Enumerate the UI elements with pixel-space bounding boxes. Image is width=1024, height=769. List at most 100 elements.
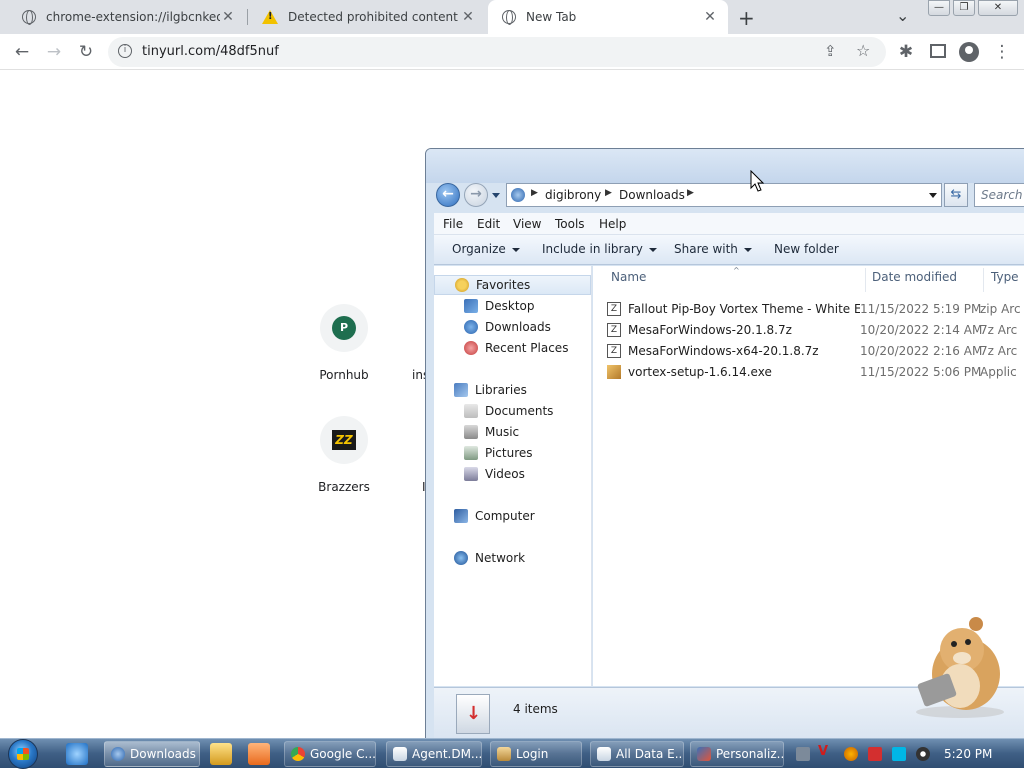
more-menu-icon[interactable]: ⋮ <box>992 42 1012 62</box>
file-row[interactable]: Z Fallout Pip-Boy Vortex Theme - White E… <box>607 299 1021 319</box>
nav-computer[interactable]: Computer <box>434 506 535 526</box>
breadcrumb-separator[interactable]: ▶ <box>687 188 694 198</box>
archive-file-icon: Z <box>607 344 621 358</box>
breadcrumb-downloads[interactable]: Downloads <box>619 188 685 202</box>
refresh-icon[interactable]: ⇆ <box>944 183 968 207</box>
address-bar[interactable]: i tinyurl.com/48df5nuf ⇪ ☆ <box>108 37 886 67</box>
profile-avatar-icon[interactable] <box>959 42 979 62</box>
share-with-button[interactable]: Share with <box>674 242 752 256</box>
breadcrumb-digibrony[interactable]: digibrony <box>545 188 601 202</box>
speaker-icon[interactable] <box>916 747 930 761</box>
menu-file[interactable]: File <box>443 217 463 231</box>
internet-explorer-icon[interactable] <box>66 743 88 765</box>
explorer-address-bar[interactable]: ▶ digibrony ▶ Downloads ▶ <box>506 183 942 207</box>
back-arrow-icon[interactable]: ← <box>436 183 460 207</box>
nav-favorites[interactable]: Favorites <box>434 275 591 295</box>
file-row[interactable]: Z MesaForWindows-20.1.8.7z 10/20/2022 2:… <box>607 320 1017 340</box>
file-type: Applic <box>980 365 1017 379</box>
nav-desktop[interactable]: Desktop <box>434 296 535 316</box>
tab-search-button[interactable]: ⌄ <box>896 6 909 25</box>
search-tray-icon[interactable] <box>844 747 858 761</box>
address-dropdown-icon[interactable] <box>929 193 937 198</box>
close-icon[interactable]: ✕ <box>702 9 718 25</box>
shortcut-pornhub[interactable]: P Pornhub <box>294 304 394 382</box>
nav-recent-places[interactable]: Recent Places <box>434 338 568 358</box>
nav-documents[interactable]: Documents <box>434 401 553 421</box>
minimize-button[interactable]: — <box>928 0 950 16</box>
url-text: tinyurl.com/48df5nuf <box>142 44 279 59</box>
explorer-search-box[interactable]: Search D <box>974 183 1024 207</box>
breadcrumb-separator[interactable]: ▶ <box>605 188 612 198</box>
forward-arrow-icon[interactable]: → <box>464 183 488 207</box>
media-player-icon[interactable] <box>210 743 232 765</box>
libraries-icon <box>454 383 468 397</box>
close-icon[interactable]: ✕ <box>220 9 236 25</box>
breadcrumb-separator[interactable]: ▶ <box>531 188 538 198</box>
display-icon[interactable] <box>892 747 906 761</box>
menu-help[interactable]: Help <box>599 217 626 231</box>
shortcut-brazzers[interactable]: ZZ Brazzers <box>294 416 394 494</box>
nav-music[interactable]: Music <box>434 422 519 442</box>
include-in-library-button[interactable]: Include in library <box>542 242 657 256</box>
column-divider[interactable] <box>865 268 866 292</box>
restore-button[interactable]: ❐ <box>953 0 975 16</box>
forward-arrow-icon[interactable]: → <box>44 42 64 62</box>
recent-pages-dropdown-icon[interactable] <box>492 193 500 198</box>
nav-network[interactable]: Network <box>434 548 525 568</box>
chevron-down-icon <box>511 247 520 252</box>
file-date: 10/20/2022 2:16 AM <box>860 344 983 358</box>
share-icon[interactable]: ⇪ <box>824 42 837 60</box>
close-icon[interactable]: ✕ <box>460 9 476 25</box>
tab-extension[interactable]: chrome-extension://ilgbcnkedm ✕ <box>8 0 246 34</box>
v-app-icon[interactable]: V <box>818 744 832 759</box>
tab-detected-content[interactable]: Detected prohibited content ✕ <box>248 0 486 34</box>
tab-new-tab[interactable]: New Tab ✕ <box>488 0 728 34</box>
paint-app-icon[interactable] <box>248 743 270 765</box>
menu-tools[interactable]: Tools <box>555 217 585 231</box>
nav-downloads[interactable]: Downloads <box>434 317 551 337</box>
reload-icon[interactable]: ↻ <box>76 42 96 62</box>
tray-app-icon[interactable] <box>796 747 810 761</box>
back-arrow-icon[interactable]: ← <box>12 42 32 62</box>
column-header-name[interactable]: Name <box>611 270 646 292</box>
shortcut-label: Pornhub <box>319 368 369 382</box>
bookmark-star-icon[interactable]: ☆ <box>856 41 870 60</box>
recent-places-icon <box>464 341 478 355</box>
taskbar-clock[interactable]: 5:20 PM <box>944 747 992 761</box>
column-header-date-modified[interactable]: Date modified <box>872 270 957 292</box>
menu-view[interactable]: View <box>513 217 541 231</box>
file-row[interactable]: vortex-setup-1.6.14.exe 11/15/2022 5:06 … <box>607 362 1017 382</box>
taskbar-button-login[interactable]: Login <box>490 741 582 767</box>
explorer-command-bar: Organize Include in library Share with N… <box>434 235 1024 265</box>
zz-logo-icon: ZZ <box>332 430 356 450</box>
new-tab-button[interactable]: + <box>738 6 755 30</box>
column-divider[interactable] <box>983 268 984 292</box>
info-icon[interactable]: i <box>118 44 132 58</box>
taskbar-button-google-chrome[interactable]: Google C... <box>284 741 376 767</box>
flag-icon[interactable] <box>868 747 882 761</box>
side-panel-icon[interactable] <box>930 44 946 58</box>
taskbar-button-downloads[interactable]: Downloads <box>104 741 200 767</box>
file-type: 7z Arc <box>980 344 1018 358</box>
taskbar-button-personalization[interactable]: Personaliz... <box>690 741 784 767</box>
start-button[interactable] <box>8 739 38 769</box>
nav-pictures[interactable]: Pictures <box>434 443 533 463</box>
nav-libraries[interactable]: Libraries <box>434 380 527 400</box>
folder-icon <box>111 747 125 761</box>
extensions-puzzle-icon[interactable]: ✱ <box>896 42 916 62</box>
new-folder-button[interactable]: New folder <box>774 242 839 256</box>
pictures-icon <box>464 446 478 460</box>
taskbar-button-all-data[interactable]: All Data E... <box>590 741 684 767</box>
menu-edit[interactable]: Edit <box>477 217 500 231</box>
taskbar-button-label: Google C... <box>310 747 376 761</box>
explorer-title-bar[interactable] <box>426 149 1024 183</box>
taskbar-button-agent[interactable]: Agent.DM... <box>386 741 482 767</box>
file-date: 11/15/2022 5:19 PM <box>860 302 982 316</box>
file-row[interactable]: Z MesaForWindows-x64-20.1.8.7z 10/20/202… <box>607 341 1017 361</box>
organize-button[interactable]: Organize <box>452 242 520 256</box>
close-window-button[interactable]: ✕ <box>978 0 1018 16</box>
nav-videos[interactable]: Videos <box>434 464 525 484</box>
taskbar-button-label: Agent.DM... <box>412 747 482 761</box>
downloads-icon <box>464 320 478 334</box>
column-header-type[interactable]: Type <box>991 270 1019 292</box>
